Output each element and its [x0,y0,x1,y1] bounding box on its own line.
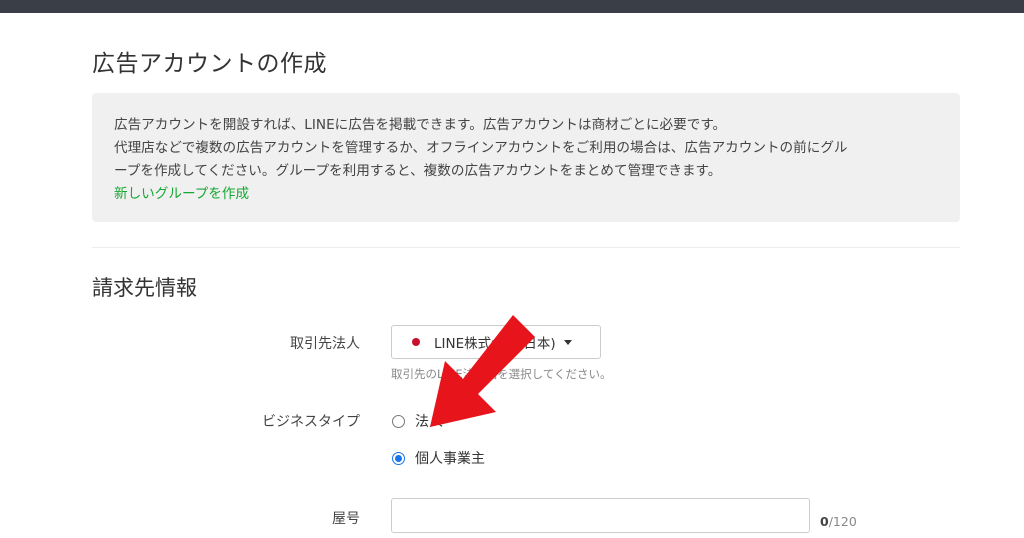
info-text-line-3: ープを作成してください。グループを利用すると、複数の広告アカウントをまとめて管理… [114,163,722,179]
radio-option-sole-proprietor[interactable]: 個人事業主 [392,448,485,468]
section-divider [92,247,960,248]
radio-button-corporation[interactable] [392,414,405,428]
partner-select[interactable]: LINE株式会社(日本) [391,325,601,359]
partner-label: 取引先法人 [290,336,360,352]
info-text-line-2: 代理店などで複数の広告アカウントを管理するか、オフラインアカウントをご利用の場合… [114,140,848,156]
radio-label-corporation: 法人 [415,414,443,430]
info-text-line-1: 広告アカウントを開設すれば、LINEに広告を掲載できます。広告アカウントは商材ご… [114,117,727,133]
business-type-label: ビジネスタイプ [262,414,360,430]
radio-button-sole-proprietor[interactable] [392,451,405,465]
char-count-current: 0 [820,514,829,529]
info-notice: 広告アカウントを開設すれば、LINEに広告を掲載できます。広告アカウントは商材ご… [92,93,960,222]
partner-select-value: LINE株式会社(日本) [434,336,556,352]
radio-option-corporation[interactable]: 法人 [392,411,443,431]
partner-status-dot-icon [412,338,420,346]
trade-name-label: 屋号 [332,511,360,527]
page-title: 広告アカウントの作成 [92,51,327,77]
trade-name-input[interactable] [391,498,810,533]
chevron-down-icon [563,339,572,345]
top-navigation-bar [0,0,1024,13]
trade-name-char-count: 0/120 [820,514,857,529]
partner-help-text: 取引先のLINE法人国を選択してください。 [391,367,612,381]
red-arrow-icon [430,315,535,427]
radio-label-sole-proprietor: 個人事業主 [415,451,485,467]
billing-section-title: 請求先情報 [92,276,197,300]
create-group-link[interactable]: 新しいグループを作成 [114,183,249,206]
char-count-max: /120 [828,514,857,529]
